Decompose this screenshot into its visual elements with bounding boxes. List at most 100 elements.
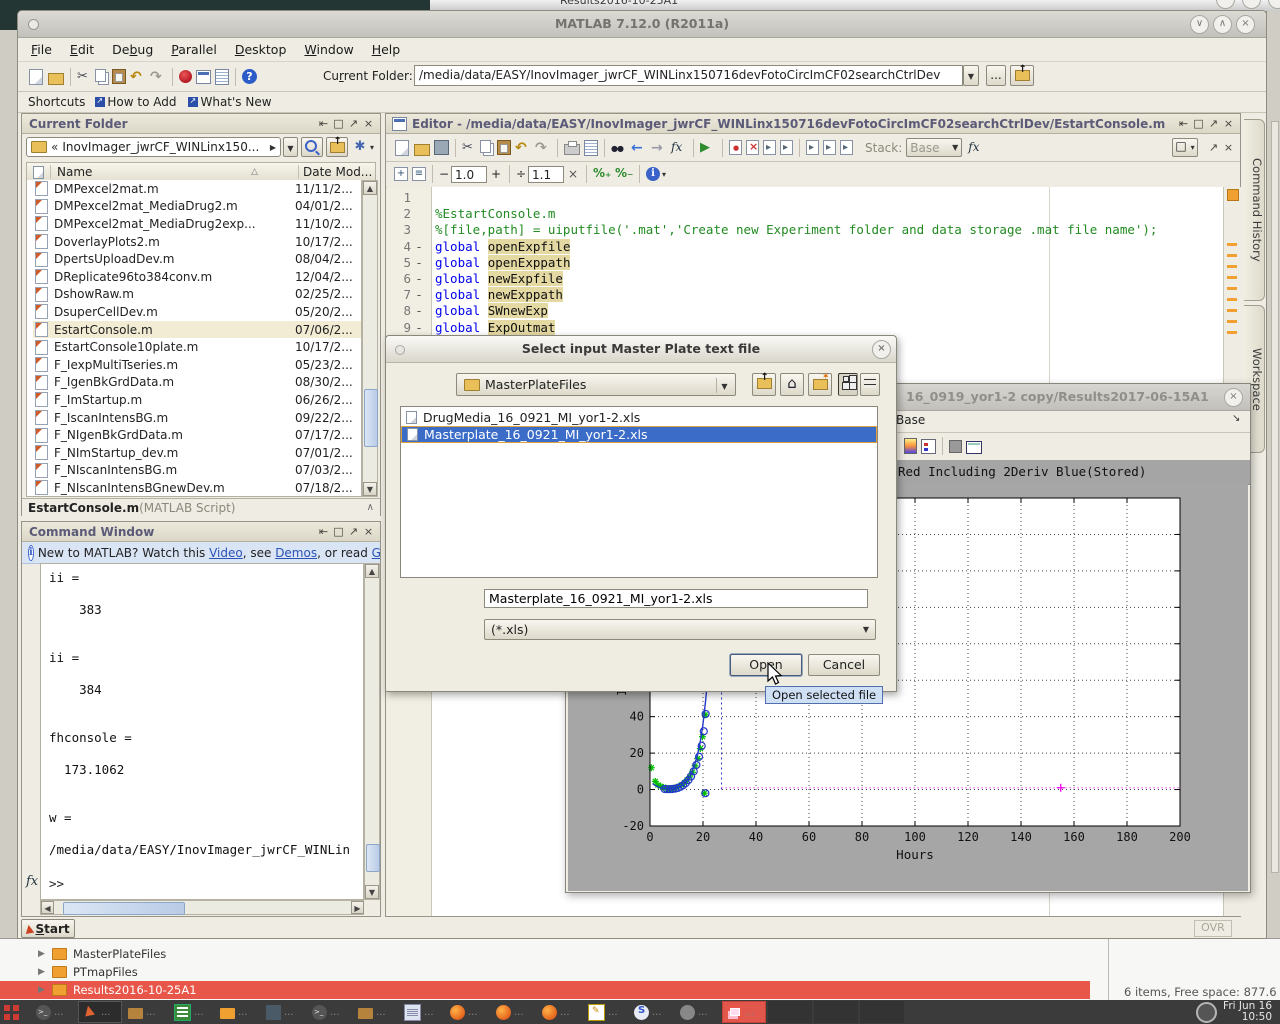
new-icon[interactable] [29,69,43,85]
taskbar-item-tool[interactable]: ... [262,1001,306,1023]
file-row[interactable]: F_IgenBkGrdData.m08/30/2... [33,374,361,392]
grid-view-button[interactable] [838,373,858,396]
code-line[interactable]: 1 [387,190,1223,206]
file-row[interactable]: DMPexcel2mat_MediaDrug2.m04/01/2... [33,198,361,216]
taskbar-item-empty[interactable] [814,1001,858,1023]
legend-icon[interactable] [921,439,936,454]
analyzer-mark[interactable] [1227,243,1237,246]
maximize-panel-icon[interactable]: □ [331,117,346,130]
file-row[interactable]: F_IscanIntensBG.m09/22/2... [33,409,361,427]
copy-icon[interactable] [95,69,106,82]
analyzer-mark[interactable] [1227,309,1237,312]
step-icon[interactable] [840,140,853,155]
new-folder-button[interactable] [808,373,832,396]
paste-icon[interactable] [497,140,511,155]
analyzer-mark[interactable] [1227,298,1237,301]
dialog-file-row[interactable]: DrugMedia_16_0921_MI_yor1-2.xls [401,409,877,426]
background-scrollbar[interactable] [1271,121,1279,873]
file-row[interactable]: F_NIscanIntensBG.m07/03/2... [33,462,361,480]
grayscale-icon[interactable] [949,440,962,453]
file-row[interactable]: DpertsUploadDev.m08/04/2... [33,250,361,268]
banner-link[interactable]: Demos [275,546,317,560]
collapse-preview-icon[interactable]: ∧ [367,502,374,513]
undock-icon[interactable]: ↗ [346,525,361,538]
multiply-button[interactable]: × [564,167,582,181]
expander-icon[interactable]: ▶ [38,967,48,977]
stack-select[interactable]: Base▼ [906,138,962,157]
back-icon[interactable] [631,140,647,156]
folder-tree-row[interactable]: ▶PTmapFiles [0,963,1090,981]
analyzer-mark[interactable] [1227,265,1237,268]
files-of-type-select[interactable]: (*.xls) ▼ [484,619,876,640]
taskbar-item-firefox[interactable]: ... [492,1001,536,1023]
analyzer-mark[interactable] [1227,287,1237,290]
file-row[interactable]: DshowRaw.m02/25/2... [33,286,361,304]
copy-icon[interactable] [480,140,491,153]
file-preview-bar[interactable]: EstartConsole.m (MATLAB Script) ∧ [22,498,380,516]
figure-close-icon[interactable]: × [1224,388,1243,407]
dialog-close-icon[interactable]: × [872,340,891,359]
dialog-titlebar[interactable]: Select input Master Plate text file × [386,336,896,363]
file-row[interactable]: F_ImStartup.m06/26/2... [33,391,361,409]
taskbar-item-matlab[interactable]: ... [78,1001,122,1023]
taskbar-item-document[interactable]: ... [400,1001,444,1023]
up-one-level-button[interactable] [326,137,348,157]
search-button[interactable] [301,137,323,157]
code-line[interactable]: 7-global newExppath [387,287,1223,303]
menu-debug[interactable]: Debug [103,39,162,60]
shortcut-whats-new[interactable]: What's New [200,95,271,109]
file-list-scrollbar[interactable]: ▲ ▼ [362,180,378,497]
taskbar-item-terminal[interactable]: ... [308,1001,352,1023]
folder-tree-row[interactable]: ▶Results2016-10-25A1 [0,981,1090,999]
taskbar-item-terminal[interactable]: ... [32,1001,76,1023]
menu-parallel[interactable]: Parallel [162,39,226,60]
taskbar-item-file-edit[interactable]: ... [584,1001,628,1023]
folder-tree-row[interactable]: ▶MasterPlateFiles [0,945,1090,963]
code-line[interactable]: 2%EstartConsole.m [387,206,1223,222]
divide-button[interactable]: ÷ [514,167,528,181]
banner-link[interactable]: Ge [372,546,380,560]
step-icon[interactable] [823,140,836,155]
file-row[interactable]: DoverlayPlots2.m10/17/2... [33,233,361,251]
find-icon[interactable] [611,140,627,156]
current-folder-dropdown-button[interactable]: ▼ [963,65,979,86]
console-output[interactable]: ii = 383 ii = 384 fhconsole = 173.1062 w… [40,563,364,900]
address-dropdown-button[interactable]: ▼ [283,137,298,157]
menu-desktop[interactable]: Desktop [226,39,296,60]
taskbar-item-firefox[interactable]: ... [446,1001,490,1023]
cut-icon[interactable] [462,140,478,156]
file-row[interactable]: DsuperCellDev.m05/20/2... [33,303,361,321]
taskbar-item-firefox[interactable]: ... [538,1001,582,1023]
look-in-select[interactable]: MasterPlateFiles ▼ [456,373,736,396]
dialog-file-list[interactable]: DrugMedia_16_0921_MI_yor1-2.xlsMasterpla… [400,406,878,578]
file-row[interactable]: EstartConsole10plate.m10/17/2... [33,338,361,356]
taskbar-item-folder[interactable]: ... [124,1001,168,1023]
insert-cell-icon[interactable]: + [394,167,408,181]
help-icon[interactable] [242,69,257,84]
code-line[interactable]: 9-global ExpOutmat [387,320,1223,336]
file-row[interactable]: DReplicate96to384conv.m12/04/2... [33,268,361,286]
maximize-panel-icon[interactable]: □ [1191,117,1206,130]
function-browser-icon[interactable] [968,140,984,156]
analyzer-mark[interactable] [1227,320,1237,323]
code-line[interactable]: 8-global SWnewExp [387,303,1223,319]
taskbar-item-calc[interactable]: ... [170,1001,214,1023]
paste-icon[interactable] [112,69,126,84]
redo-icon[interactable] [535,140,551,156]
save-icon[interactable] [434,140,449,155]
cut-icon[interactable] [77,69,93,85]
maximize-button[interactable]: ∧ [1213,15,1232,34]
file-row[interactable]: EstartConsole.m07/06/2... [33,321,361,339]
maximize-panel-icon[interactable]: □ [331,525,346,538]
close-button[interactable]: × [1236,15,1255,34]
file-row[interactable]: F_NImStartup_dev.m07/01/2... [33,444,361,462]
console-hscrollbar[interactable]: ◀ ▶ [40,900,364,915]
menu-window[interactable]: Window [295,39,362,60]
system-tray-logo-icon[interactable] [1196,1002,1217,1023]
matlab-titlebar[interactable]: MATLAB 7.12.0 (R2011a) ∨ ∧ × [18,11,1266,38]
close-panel-icon[interactable]: × [361,117,376,130]
menu-help[interactable]: Help [363,39,410,60]
close-panel-icon[interactable]: × [1221,117,1236,130]
undock-icon[interactable]: ↗ [1206,117,1221,130]
doc-icon[interactable] [584,140,598,156]
